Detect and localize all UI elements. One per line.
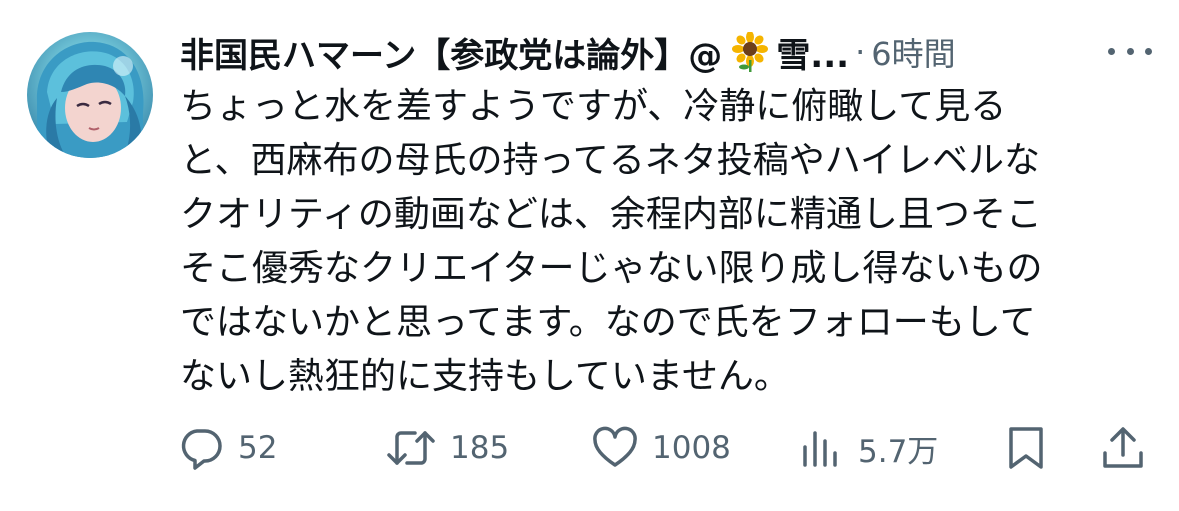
reply-icon (181, 429, 222, 470)
display-name-truncated[interactable]: 雪... (776, 28, 849, 77)
like-button[interactable]: 1008 (592, 420, 731, 476)
sunflower-icon (730, 31, 770, 72)
share-icon (1103, 427, 1143, 468)
tweet-text-line: クオリティの動画などは、余程内部に精通し且つそこ (180, 194, 1042, 235)
tweet-text-line: ちょっと水を差すようですが、冷静に俯瞰して見る (180, 86, 1007, 127)
reply-button[interactable]: 52 (178, 420, 277, 476)
tweet-text-line: と、西麻布の母氏の持ってるネタ投稿やハイレベルな (180, 140, 1041, 181)
more-options-button[interactable] (1108, 36, 1152, 66)
views-chart-icon (803, 431, 837, 467)
heart-icon (593, 426, 637, 467)
avatar[interactable] (27, 32, 153, 158)
like-count: 1008 (652, 430, 731, 466)
tweet-text-line: そこ優秀なクリエイターじゃない限り成し得ないもの (180, 248, 1043, 289)
avatar-image (36, 41, 144, 158)
separator-dot: · (855, 33, 866, 71)
action-bar: 52 185 1008 5.7万 (0, 420, 1179, 476)
retweet-count: 185 (450, 430, 510, 466)
reply-count: 52 (238, 430, 278, 466)
bookmark-button[interactable] (1006, 420, 1046, 476)
retweet-button[interactable]: 185 (386, 420, 509, 476)
display-name[interactable]: 非国民ハマーン【参政党は論外】@ (180, 28, 722, 77)
retweet-icon (387, 431, 435, 465)
tweet-text: ちょっと水を差すようですが、冷静に俯瞰して見る と、西麻布の母氏の持ってるネタ投… (180, 80, 1140, 404)
bookmark-icon (1009, 427, 1043, 469)
views-count: 5.7万 (858, 433, 939, 470)
timestamp[interactable]: 6時間 (871, 29, 955, 75)
share-button[interactable] (1100, 420, 1146, 476)
tweet-text-line: ないし熱狂的に支持もしていません。 (180, 356, 790, 397)
more-dots-icon (1108, 47, 1115, 55)
tweet-text-line: ではないかと思ってます。なので氏をフォローもして (180, 302, 1036, 343)
tweet: 非国民ハマーン【参政党は論外】@ 雪... · 6時間 ちょっと水を差すようです… (0, 0, 1179, 511)
views-button[interactable]: 5.7万 (800, 420, 938, 476)
tweet-header: 非国民ハマーン【参政党は論外】@ 雪... · 6時間 (180, 24, 956, 80)
